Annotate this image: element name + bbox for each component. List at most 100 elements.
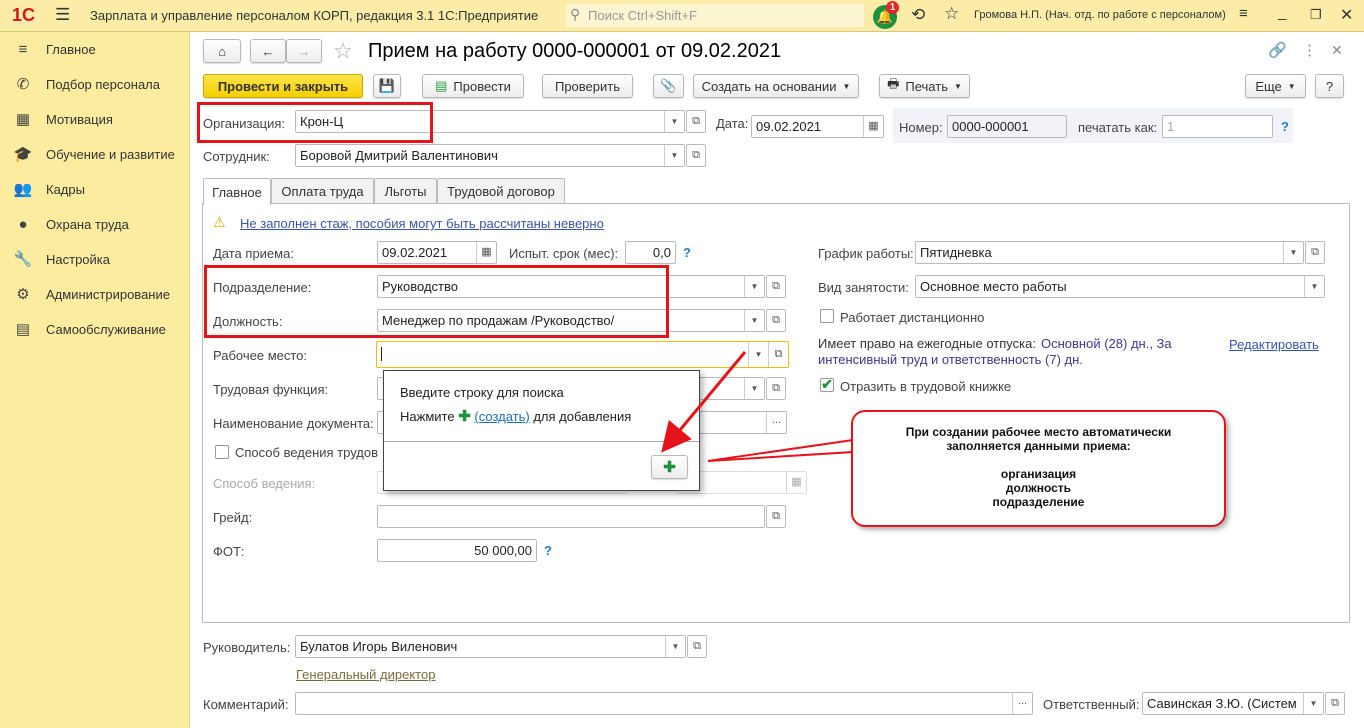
calendar-icon[interactable]: ▦ — [476, 242, 496, 263]
link-icon[interactable]: 🔗 — [1268, 41, 1287, 59]
edit-vacation-link[interactable]: Редактировать — [1229, 337, 1319, 352]
more-actions-icon[interactable]: ⋮ — [1302, 41, 1317, 59]
tab-main[interactable]: Главное — [203, 178, 271, 205]
create-link[interactable]: (создать) — [474, 409, 529, 424]
number-input[interactable]: 0000-000001 — [947, 115, 1067, 138]
create-button[interactable]: ✚ — [651, 455, 688, 479]
open-icon[interactable]: ⧉ — [687, 635, 707, 658]
close-window-icon[interactable]: ✕ — [1340, 5, 1353, 25]
tab-benefits[interactable]: Льготы — [374, 178, 437, 204]
probation-input[interactable]: 0,0 — [625, 241, 676, 264]
open-icon[interactable]: ⧉ — [686, 110, 706, 133]
close-form-icon[interactable]: ✕ — [1331, 42, 1343, 59]
help-icon[interactable]: ? — [544, 543, 552, 558]
sidebar-item-selfservice[interactable]: ▤ Самообслуживание — [0, 314, 190, 344]
current-user[interactable]: Громова Н.П. (Нач. отд. по работе с перс… — [974, 9, 1226, 21]
check-button[interactable]: Проверить — [542, 74, 633, 98]
open-icon[interactable]: ⧉ — [766, 505, 786, 528]
sidebar-item-hr[interactable]: 👥 Кадры — [0, 174, 190, 204]
help-icon[interactable]: ? — [683, 245, 691, 260]
workbook-checkbox[interactable]: ✔ — [820, 377, 834, 392]
schedule-input[interactable]: Пятидневка ▼ — [915, 241, 1304, 264]
dropdown-icon[interactable]: ▼ — [1304, 276, 1324, 297]
schedule-value: Пятидневка — [920, 245, 992, 260]
open-icon[interactable]: ⧉ — [768, 342, 788, 367]
forward-button[interactable]: → — [286, 39, 322, 63]
favorite-star-icon[interactable]: ☆ — [333, 38, 353, 64]
help-button[interactable]: ? — [1315, 74, 1344, 98]
sidebar-item-label: Кадры — [46, 181, 85, 197]
create-based-on-button[interactable]: Создать на основании ▼ — [693, 74, 859, 98]
dropdown-icon[interactable]: ▼ — [664, 145, 684, 166]
grade-input[interactable] — [377, 505, 765, 528]
sidebar-item-training[interactable]: 🎓 Обучение и развитие — [0, 139, 190, 169]
dropdown-icon[interactable]: ▼ — [744, 276, 764, 297]
sidebar-item-settings[interactable]: 🔧 Настройка — [0, 244, 190, 274]
method-checkbox[interactable] — [215, 445, 229, 459]
attach-button[interactable]: 📎 — [653, 74, 684, 98]
dropdown-icon[interactable]: ▼ — [748, 342, 768, 367]
open-icon[interactable]: ⧉ — [686, 144, 706, 167]
dropdown-icon[interactable]: ▼ — [1303, 693, 1323, 714]
open-icon[interactable]: ⧉ — [1305, 241, 1325, 264]
comment-input[interactable]: ... — [295, 692, 1033, 715]
date-input[interactable]: 09.02.2021 ▦ — [751, 115, 884, 138]
help-icon[interactable]: ? — [1281, 119, 1289, 134]
dropdown-icon[interactable]: ▼ — [664, 111, 684, 132]
sidebar-item-recruiting[interactable]: ✆ Подбор персонала — [0, 69, 190, 99]
search-input[interactable]: ⚲ Поиск Ctrl+Shift+F — [566, 4, 864, 27]
vacation-value-2[interactable]: интенсивный труд и ответственность (7) д… — [818, 352, 1083, 367]
home-button[interactable]: ⌂ — [203, 39, 241, 63]
ellipsis-icon[interactable]: ... — [766, 412, 786, 433]
vacation-value-1[interactable]: Основной (28) дн., За — [1041, 336, 1172, 351]
warning-link[interactable]: Не заполнен стаж, пособия могут быть рас… — [240, 216, 604, 231]
main-menu-icon[interactable]: ☰ — [55, 5, 70, 25]
post-and-close-button[interactable]: Провести и закрыть — [203, 74, 363, 98]
tab-payment[interactable]: Оплата труда — [271, 178, 374, 204]
dropdown-icon[interactable]: ▼ — [744, 378, 764, 399]
more-button[interactable]: Еще ▼ — [1245, 74, 1306, 98]
manager-input[interactable]: Булатов Игорь Виленович ▼ — [295, 635, 686, 658]
open-icon[interactable]: ⧉ — [766, 377, 786, 400]
notifications-badge: 1 — [886, 1, 899, 14]
restore-icon[interactable]: ❐ — [1310, 7, 1322, 23]
sidebar-item-main[interactable]: ≡ Главное — [0, 34, 190, 64]
hire-date-input[interactable]: 09.02.2021 ▦ — [377, 241, 497, 264]
open-icon[interactable]: ⧉ — [766, 309, 786, 332]
dropdown-icon[interactable]: ▼ — [665, 636, 685, 657]
plus-icon: ✚ — [663, 459, 676, 476]
sidebar-item-admin[interactable]: ⚙ Администрирование — [0, 279, 190, 309]
remote-checkbox[interactable] — [820, 309, 834, 323]
open-icon[interactable]: ⧉ — [1325, 692, 1345, 715]
employment-input[interactable]: Основное место работы ▼ — [915, 275, 1325, 298]
tab-contract[interactable]: Трудовой договор — [437, 178, 565, 204]
favorites-star-icon[interactable]: ☆ — [944, 4, 959, 24]
minimize-icon[interactable]: _ — [1278, 4, 1286, 21]
history-icon[interactable]: ⟲ — [911, 5, 925, 25]
chevron-down-icon: ▼ — [1287, 81, 1296, 91]
open-icon[interactable]: ⧉ — [766, 275, 786, 298]
title-bar: 1С ☰ Зарплата и управление персоналом КО… — [0, 0, 1364, 32]
post-button[interactable]: ▤ Провести — [422, 74, 524, 98]
workplace-input[interactable]: ▼ ⧉ — [376, 341, 789, 368]
back-button[interactable]: ← — [250, 39, 286, 63]
fot-input[interactable]: 50 000,00 — [377, 539, 537, 562]
arrow-right-icon: → — [297, 43, 311, 59]
print-button[interactable]: 🖶 Печать ▼ — [879, 74, 970, 98]
print-as-input[interactable]: 1 — [1162, 115, 1273, 138]
method-label: Способ ведения: — [213, 476, 316, 491]
settings-menu-icon[interactable]: ≡ — [1239, 5, 1248, 22]
employee-input[interactable]: Боровой Дмитрий Валентинович ▼ — [295, 144, 685, 167]
search-placeholder: Поиск Ctrl+Shift+F — [588, 8, 697, 23]
calendar-icon[interactable]: ▦ — [863, 116, 883, 137]
responsible-input[interactable]: Савинская З.Ю. (Систем ▼ — [1142, 692, 1324, 715]
sidebar-item-motivation[interactable]: ▦ Мотивация — [0, 104, 190, 134]
highlight-department-position — [204, 265, 669, 338]
method-checkbox-label: Способ ведения трудов — [235, 445, 379, 460]
sidebar-item-safety[interactable]: ● Охрана труда — [0, 209, 190, 239]
ellipsis-icon[interactable]: ... — [1012, 693, 1032, 714]
manager-position-link[interactable]: Генеральный директор — [296, 667, 435, 682]
dropdown-icon[interactable]: ▼ — [1283, 242, 1303, 263]
save-button[interactable]: 💾 — [373, 74, 401, 98]
dropdown-icon[interactable]: ▼ — [744, 310, 764, 331]
